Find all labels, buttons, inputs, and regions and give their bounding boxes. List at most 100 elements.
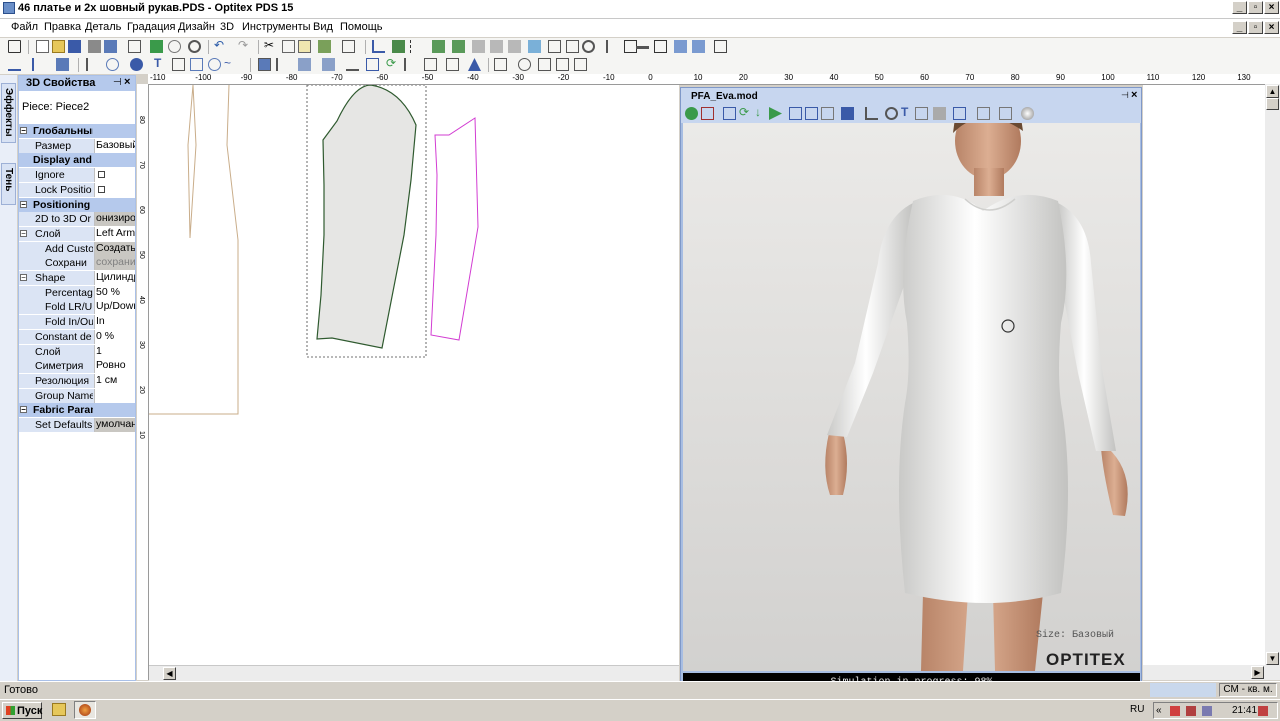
start-button[interactable]: Пуск [2, 702, 42, 719]
axis-icon[interactable] [372, 40, 385, 53]
property-button[interactable]: умолчан [94, 418, 135, 432]
scroll-right-button[interactable]: ▶ [1251, 666, 1264, 679]
property-value[interactable]: 1 [94, 345, 135, 359]
menu-file[interactable]: Файл [11, 21, 38, 33]
box3d-icon[interactable] [805, 107, 818, 120]
3d-viewport[interactable]: Size: Базовый OPTITEX [683, 123, 1140, 671]
avatar-tool-icon[interactable] [977, 107, 990, 120]
checkbox-icon[interactable] [98, 186, 105, 193]
property-value[interactable]: 50 % [94, 286, 135, 300]
property-value[interactable] [94, 389, 135, 403]
grading-icon[interactable] [318, 40, 331, 53]
export-icon[interactable] [150, 40, 163, 53]
explorer-icon[interactable] [52, 703, 66, 716]
piece-sleeve-selected[interactable] [316, 84, 417, 349]
reset-icon[interactable] [701, 107, 714, 120]
paste-piece-icon[interactable] [574, 58, 587, 71]
marker-icon[interactable] [606, 40, 619, 53]
page-icon[interactable] [494, 58, 507, 71]
pattern-canvas[interactable] [149, 84, 679, 665]
sphere-icon[interactable] [1021, 107, 1034, 120]
property-group[interactable]: − Глобальный [19, 124, 135, 138]
piece-tool-icon[interactable] [56, 58, 69, 71]
property-row[interactable]: Fold In/Ou In [19, 315, 135, 329]
property-value[interactable]: 0 % [94, 330, 135, 344]
menu-help[interactable]: Помощь [340, 21, 383, 33]
property-group[interactable]: Display and Lock [19, 153, 135, 167]
scroll-left-button[interactable]: ◀ [163, 667, 176, 680]
circle-icon[interactable] [582, 40, 595, 53]
stitch-icon[interactable] [915, 107, 928, 120]
property-value[interactable]: Цилиндр [94, 271, 135, 285]
add-point-icon[interactable] [32, 58, 45, 71]
close-icon[interactable]: × [1131, 89, 1137, 101]
doc-minimize-button[interactable]: _ [1232, 21, 1247, 34]
property-row[interactable]: Percentag 50 % [19, 286, 135, 300]
display-icon[interactable] [953, 107, 966, 120]
notch-icon[interactable] [452, 40, 465, 53]
merge-icon[interactable] [490, 40, 503, 53]
plot-icon[interactable] [104, 40, 117, 53]
hem-icon[interactable] [346, 58, 359, 71]
triangle-icon[interactable] [468, 58, 481, 71]
table-icon[interactable] [128, 40, 141, 53]
ruler-icon[interactable] [654, 40, 667, 53]
open-folder-icon[interactable] [52, 40, 65, 53]
texture-icon[interactable]: T [901, 106, 914, 120]
clock[interactable]: 21:41 [1232, 705, 1257, 716]
align-icon[interactable] [410, 40, 423, 53]
pin-icon[interactable] [208, 58, 221, 71]
property-row[interactable]: Set Defaults умолчан [19, 418, 135, 432]
measure-icon[interactable] [168, 40, 181, 53]
button-tool-icon[interactable] [714, 40, 727, 53]
minimize-button[interactable]: _ [1232, 1, 1247, 14]
piece-tan-right[interactable] [149, 84, 239, 415]
menu-grading[interactable]: Градация [127, 21, 176, 33]
label-icon[interactable] [172, 58, 185, 71]
property-row[interactable]: Ignore [19, 168, 135, 182]
axes-icon[interactable] [865, 107, 878, 120]
arrow-down-icon[interactable]: ↓ [755, 106, 768, 120]
save-icon[interactable] [68, 40, 81, 53]
tray-icon-3[interactable] [1202, 706, 1212, 716]
property-row[interactable]: Constant de 0 % [19, 330, 135, 344]
dart-icon[interactable] [692, 40, 705, 53]
point-tool-icon[interactable] [8, 58, 21, 71]
property-row[interactable]: Group Name [19, 389, 135, 403]
property-row[interactable]: Add Custo Создать [19, 242, 135, 256]
collapse-icon[interactable]: − [20, 406, 27, 414]
property-group[interactable]: − Positioning [19, 198, 135, 212]
checkbox-icon[interactable] [98, 171, 105, 178]
split-icon[interactable] [472, 40, 485, 53]
property-row[interactable]: Lock Positio [19, 183, 135, 197]
doc-close-button[interactable]: × [1264, 21, 1279, 34]
collapse-icon[interactable]: − [20, 127, 27, 135]
taskbar-app-button[interactable] [74, 701, 96, 719]
tab-shadow[interactable]: Тень [1, 163, 16, 205]
cut-line-icon[interactable] [276, 58, 289, 71]
horizontal-scrollbar[interactable]: ◀ [149, 665, 679, 681]
trash-icon[interactable] [258, 58, 271, 71]
property-row[interactable]: − Слой Left Arm [19, 227, 135, 241]
close-icon[interactable]: × [124, 76, 130, 88]
property-value[interactable]: Up/Dowr [94, 300, 135, 314]
zoom3d-icon[interactable] [885, 107, 898, 120]
stack-icon[interactable] [446, 58, 459, 71]
camera-icon[interactable] [723, 107, 736, 120]
print-icon[interactable] [88, 40, 101, 53]
fit-icon[interactable] [789, 107, 802, 120]
property-row[interactable]: 2D to 3D Or онизиро [19, 212, 135, 226]
tray-icon-1[interactable] [1170, 706, 1180, 716]
maximize-button[interactable]: ▫ [1248, 1, 1263, 14]
drill-icon[interactable] [130, 58, 143, 71]
refresh-3d-icon[interactable]: ⟳ [739, 106, 752, 120]
tray-arrow-icon[interactable]: « [1156, 705, 1162, 716]
property-checkbox[interactable] [94, 168, 135, 182]
property-group[interactable]: −Fabric Parameters [19, 403, 135, 417]
paste-icon[interactable] [298, 40, 311, 53]
tray-icon-4[interactable] [1258, 706, 1268, 716]
fabric3d-icon[interactable] [933, 107, 946, 120]
horizontal-scrollbar-right[interactable]: ▶ [1143, 665, 1265, 680]
property-value[interactable]: Базовый [94, 139, 135, 153]
property-row[interactable]: Симетрия Ровно [19, 359, 135, 373]
